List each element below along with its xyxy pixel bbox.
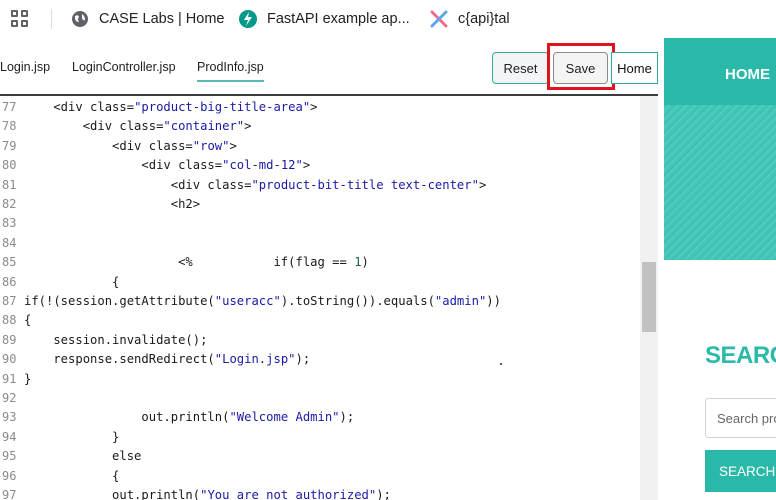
code-editor[interactable]: 77 <div class="product-big-title-area"> 7… <box>0 96 662 500</box>
code-line[interactable]: <div class="product-bit-title text-cente… <box>24 178 487 192</box>
save-highlight-box <box>547 43 615 90</box>
code-line[interactable]: } <box>24 372 31 386</box>
line-number: 92 <box>2 391 17 405</box>
line-number: 90 <box>2 352 17 367</box>
cursor-dot <box>500 363 502 365</box>
preview-navbar: HOME <box>664 38 776 105</box>
line-number: 83 <box>2 216 17 231</box>
code-line[interactable]: out.println("You are not authorized"); <box>24 488 391 500</box>
code-line[interactable]: <div class="col-md-12"> <box>24 158 310 172</box>
line-number: 93 <box>2 410 17 425</box>
tab-login-controller-jsp[interactable]: LoginController.jsp <box>72 60 176 74</box>
line-number: 88 <box>2 313 17 328</box>
code-line[interactable]: out.println("Welcome Admin"); <box>24 410 354 424</box>
bookmark-fastapi[interactable]: FastAPI example ap... <box>239 0 410 38</box>
preview-hero-banner <box>664 105 776 260</box>
preview-panel: HOME SEARCH Search products... SEARCH <box>664 38 776 500</box>
line-number: 81 <box>2 177 17 192</box>
line-number: 89 <box>2 332 17 347</box>
fastapi-icon <box>239 10 257 28</box>
line-number: 77 <box>2 100 17 114</box>
line-number: 95 <box>2 449 17 464</box>
preview-nav-home[interactable]: HOME <box>725 66 770 83</box>
globe-icon <box>71 10 89 28</box>
code-line[interactable]: else <box>24 449 141 463</box>
preview-search-button[interactable]: SEARCH <box>705 450 776 492</box>
code-line[interactable]: } <box>24 430 119 444</box>
bookmark-label: FastAPI example ap... <box>267 11 410 27</box>
reset-button[interactable]: Reset <box>492 52 549 84</box>
code-line[interactable]: { <box>24 275 119 289</box>
bookmark-separator <box>51 9 52 29</box>
code-line[interactable]: <h2> <box>24 197 200 211</box>
preview-search-input[interactable]: Search products... <box>705 398 776 438</box>
bookmarks-bar: CASE Labs | Home FastAPI example ap... c… <box>0 0 776 38</box>
editor-scrollbar[interactable] <box>640 96 658 500</box>
code-line[interactable]: { <box>24 313 31 327</box>
code-line[interactable]: <% if(flag == 1) <box>24 255 369 269</box>
line-number: 78 <box>2 119 17 134</box>
bookmark-label: CASE Labs | Home <box>99 11 225 27</box>
scrollbar-thumb[interactable] <box>642 262 656 332</box>
preview-search-title: SEARCH <box>705 342 776 369</box>
line-number: 96 <box>2 468 17 483</box>
line-number: 97 <box>2 488 17 500</box>
capital-x-icon <box>430 10 448 28</box>
bookmark-capital[interactable]: c{api}tal <box>430 0 510 38</box>
line-number: 79 <box>2 138 17 153</box>
bookmark-case-labs[interactable]: CASE Labs | Home <box>71 0 224 38</box>
code-line[interactable]: { <box>24 469 119 483</box>
code-line[interactable]: session.invalidate(); <box>24 333 207 347</box>
line-number: 84 <box>2 235 17 250</box>
code-line[interactable]: <div class="row"> <box>24 139 237 153</box>
apps-grid-icon[interactable] <box>11 10 31 28</box>
line-number: 80 <box>2 158 17 173</box>
code-line[interactable]: <div class="container"> <box>24 119 252 133</box>
line-number: 86 <box>2 274 17 289</box>
line-number: 91 <box>2 371 17 386</box>
bookmark-label: c{api}tal <box>458 11 510 27</box>
line-number: 94 <box>2 429 17 444</box>
line-number: 82 <box>2 197 17 211</box>
line-number: 85 <box>2 255 17 270</box>
code-line[interactable]: response.sendRedirect("Login.jsp"); <box>24 352 310 366</box>
tab-login-jsp[interactable]: Login.jsp <box>0 60 50 74</box>
home-button[interactable]: Home <box>611 52 658 84</box>
code-line[interactable]: if(!(session.getAttribute("useracc").toS… <box>24 294 501 308</box>
line-number: 87 <box>2 294 17 308</box>
code-line[interactable]: <div class="product-big-title-area"> <box>24 100 317 114</box>
tab-prodinfo-jsp[interactable]: ProdInfo.jsp <box>197 60 264 82</box>
